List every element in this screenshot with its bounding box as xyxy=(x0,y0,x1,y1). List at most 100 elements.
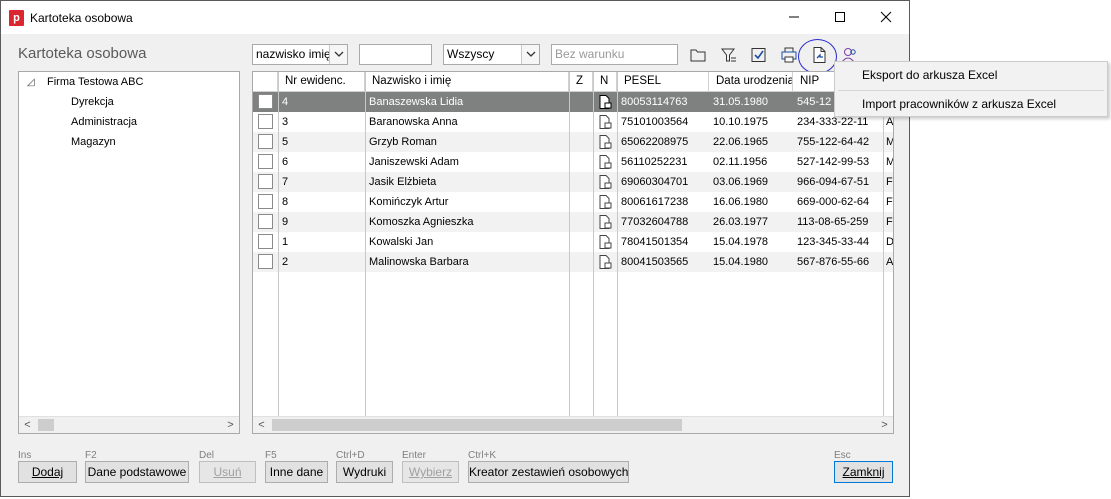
cell-n xyxy=(593,252,617,272)
row-checkbox[interactable] xyxy=(258,214,273,229)
tree-scroll-thumb[interactable] xyxy=(38,419,54,431)
printer-icon xyxy=(781,47,797,63)
document-icon xyxy=(599,135,612,149)
tree-item-root[interactable]: Firma Testowa ABC xyxy=(47,76,143,88)
department-tree: ◿ Firma Testowa ABC Dyrekcja Administrac… xyxy=(18,71,240,434)
cell-extra: A xyxy=(886,256,893,268)
button-label: Wybierz xyxy=(408,465,453,479)
employee-table: Nr ewidenc. Nazwisko i imię Z N PESEL Da… xyxy=(252,71,894,434)
tree-hscrollbar[interactable]: < > xyxy=(19,416,239,433)
table-row[interactable]: 8 Komińczyk Artur 80061617238 16.06.1980 669… xyxy=(253,192,893,212)
cell-nr: 7 xyxy=(282,176,289,188)
row-checkbox[interactable] xyxy=(258,254,273,269)
close-button[interactable] xyxy=(863,1,909,33)
button-label: Zamknij xyxy=(842,465,885,479)
basic-data-button[interactable]: Dane podstawowe xyxy=(85,461,189,483)
report-wizard-button[interactable]: Kreator zestawień osobowych xyxy=(468,461,629,483)
filter-button[interactable] xyxy=(720,46,738,64)
status-dropdown[interactable] xyxy=(521,45,539,64)
button-label: Kreator zestawień osobowych xyxy=(469,465,629,479)
document-icon xyxy=(599,115,612,129)
table-row[interactable]: 4 Banaszewska Lidia 80053114763 31.05.1980 5… xyxy=(253,92,893,112)
main-window: p Kartoteka osobowa Kartoteka osobowa na… xyxy=(0,0,910,497)
cell-name: Baranowska Anna xyxy=(369,116,458,128)
table-row[interactable]: 9 Komoszka Agnieszka 77032604788 26.03.1977… xyxy=(253,212,893,232)
scroll-left-icon[interactable]: < xyxy=(253,417,270,433)
table-row[interactable]: 5 Grzyb Roman 65062208975 22.06.1965 755-122… xyxy=(253,132,893,152)
document-icon xyxy=(599,95,612,109)
close-window-button[interactable]: Zamknij xyxy=(834,461,893,483)
row-checkbox[interactable] xyxy=(258,134,273,149)
row-checkbox[interactable] xyxy=(258,114,273,129)
row-checkbox[interactable] xyxy=(258,174,273,189)
table-row[interactable]: 2 Malinowska Barbara 80041503565 15.04.1980… xyxy=(253,252,893,272)
scroll-left-icon[interactable]: < xyxy=(19,417,36,433)
tree-item-administracja[interactable]: Administracja xyxy=(71,116,137,128)
sort-field-dropdown[interactable] xyxy=(329,45,347,64)
cell-n xyxy=(593,112,617,132)
table-scroll-thumb[interactable] xyxy=(272,419,682,431)
checkbox-checked-icon xyxy=(751,48,766,62)
cell-n xyxy=(593,172,617,192)
cell-n xyxy=(593,232,617,252)
row-checkbox[interactable] xyxy=(258,154,273,169)
delete-button[interactable]: Usuń xyxy=(199,461,256,483)
search-input[interactable] xyxy=(359,44,432,65)
select-button[interactable]: Wybierz xyxy=(402,461,459,483)
status-value: Wszyscy xyxy=(447,47,495,61)
header-z[interactable]: Z xyxy=(569,72,593,92)
cell-extra: M xyxy=(883,152,893,172)
cell-birth-date: 31.05.1980 xyxy=(713,96,769,108)
folder-button[interactable] xyxy=(689,46,707,64)
title-bar: p Kartoteka osobowa xyxy=(1,1,909,34)
header-n[interactable]: N xyxy=(593,72,617,92)
cell-nip: 669-000-62-64 xyxy=(797,196,870,208)
table-header: Nr ewidenc. Nazwisko i imię Z N PESEL Da… xyxy=(253,72,893,92)
table-row[interactable]: 6 Janiszewski Adam 56110252231 02.11.1956 52… xyxy=(253,152,893,172)
print-button[interactable] xyxy=(780,46,798,64)
sort-field-select[interactable]: nazwisko imię xyxy=(252,44,348,65)
shortcut-label: F5 xyxy=(265,450,277,461)
cell-nr: 4 xyxy=(282,96,289,108)
cell-nr: 3 xyxy=(282,116,289,128)
cell-pesel: 65062208975 xyxy=(621,136,689,148)
column-divider xyxy=(617,72,618,417)
cell-nip: 567-876-55-66 xyxy=(797,256,870,268)
header-nr[interactable]: Nr ewidenc. xyxy=(278,72,365,92)
table-row[interactable]: 7 Jasik Elżbieta 69060304701 03.06.1969 966-… xyxy=(253,172,893,192)
cell-birth-date: 02.11.1956 xyxy=(713,156,768,168)
condition-input[interactable]: Bez warunku xyxy=(551,44,678,65)
tree-item-magazyn[interactable]: Magazyn xyxy=(71,136,116,148)
maximize-button[interactable] xyxy=(817,1,863,33)
tree-collapse-icon[interactable]: ◿ xyxy=(27,77,35,88)
scroll-right-icon[interactable]: > xyxy=(222,417,239,433)
tree-item-dyrekcja[interactable]: Dyrekcja xyxy=(71,96,114,108)
table-row[interactable]: 3 Baranowska Anna 75101003564 10.10.1975 234… xyxy=(253,112,893,132)
menu-item-export-excel[interactable]: Eksport do arkusza Excel xyxy=(835,62,1107,88)
menu-item-import-excel[interactable]: Import pracowników z arkusza Excel xyxy=(835,91,1107,117)
folder-icon xyxy=(690,49,706,62)
row-checkbox[interactable] xyxy=(258,94,273,109)
scroll-right-icon[interactable]: > xyxy=(876,417,893,433)
row-checkbox[interactable] xyxy=(258,234,273,249)
printouts-button[interactable]: Wydruki xyxy=(336,461,393,483)
shortcut-label: Enter xyxy=(402,450,426,461)
cell-nip: 527-142-99-53 xyxy=(797,156,870,168)
button-label: Inne dane xyxy=(269,465,324,479)
button-label: Wydruki xyxy=(342,465,387,479)
table-row[interactable]: 1 Kowalski Jan 78041501354 15.04.1978 123-34… xyxy=(253,232,893,252)
select-all-button[interactable] xyxy=(750,46,768,64)
other-data-button[interactable]: Inne dane xyxy=(265,461,328,483)
document-icon xyxy=(599,235,612,249)
header-birth-date[interactable]: Data urodzenia xyxy=(709,72,793,92)
cell-name: Janiszewski Adam xyxy=(369,156,459,168)
row-checkbox[interactable] xyxy=(258,194,273,209)
cell-name: Kowalski Jan xyxy=(369,236,434,248)
cell-pesel: 75101003564 xyxy=(621,116,689,128)
header-name[interactable]: Nazwisko i imię xyxy=(365,72,569,92)
table-hscrollbar[interactable]: < > xyxy=(253,416,893,433)
add-button[interactable]: Dodaj xyxy=(18,461,77,483)
status-select[interactable]: Wszyscy xyxy=(443,44,540,65)
header-pesel[interactable]: PESEL xyxy=(617,72,709,92)
minimize-button[interactable] xyxy=(771,1,817,33)
